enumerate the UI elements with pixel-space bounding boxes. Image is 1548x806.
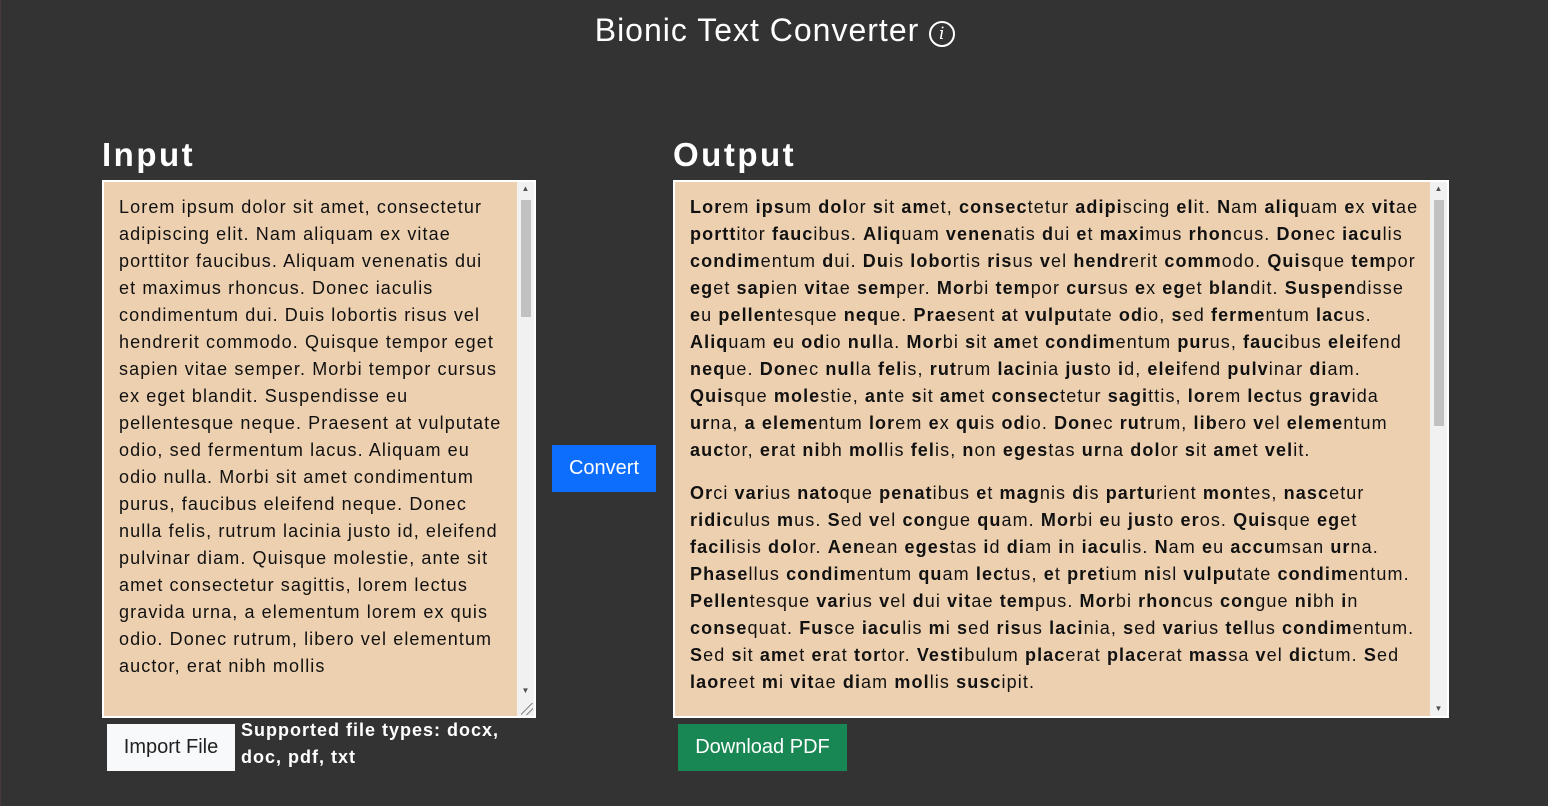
output-paragraph: Orci varius natoque penatibus et magnis … (690, 483, 1415, 692)
page-title: Bionic Text Converter i (1, 12, 1548, 49)
resize-grip-icon[interactable] (521, 703, 533, 715)
scroll-up-arrow-icon[interactable]: ▲ (1430, 182, 1447, 196)
scroll-down-arrow-icon[interactable]: ▼ (517, 684, 534, 698)
output-label: Output (673, 136, 797, 173)
input-textarea[interactable]: Lorem ipsum dolor sit amet, consectetur … (102, 180, 536, 718)
output-paragraph: Lorem ipsum dolor sit amet, consectetur … (690, 197, 1419, 460)
download-pdf-button[interactable]: Download PDF (678, 724, 847, 771)
output-textarea[interactable]: Lorem ipsum dolor sit amet, consectetur … (673, 180, 1449, 718)
scroll-up-arrow-icon[interactable]: ▲ (517, 182, 534, 196)
supported-file-types-note: Supported file types: docx, doc, pdf, tx… (241, 720, 500, 767)
page-title-text: Bionic Text Converter (594, 12, 920, 48)
app-window: Bionic Text Converter i Input Output Lore… (0, 0, 1548, 806)
input-label: Input (102, 136, 196, 173)
input-scroll-thumb[interactable] (521, 200, 531, 317)
scroll-down-arrow-icon[interactable]: ▼ (1430, 702, 1447, 716)
input-text[interactable]: Lorem ipsum dolor sit amet, consectetur … (119, 194, 503, 680)
info-icon[interactable]: i (929, 21, 956, 47)
output-scroll-thumb[interactable] (1434, 200, 1444, 426)
output-text[interactable]: Lorem ipsum dolor sit amet, consectetur … (690, 194, 1422, 712)
output-scrollbar[interactable]: ▲ ▼ (1430, 182, 1447, 716)
input-scrollbar[interactable]: ▲ ▼ (517, 182, 534, 716)
convert-button[interactable]: Convert (552, 445, 656, 492)
import-file-button[interactable]: Import File (107, 724, 235, 771)
